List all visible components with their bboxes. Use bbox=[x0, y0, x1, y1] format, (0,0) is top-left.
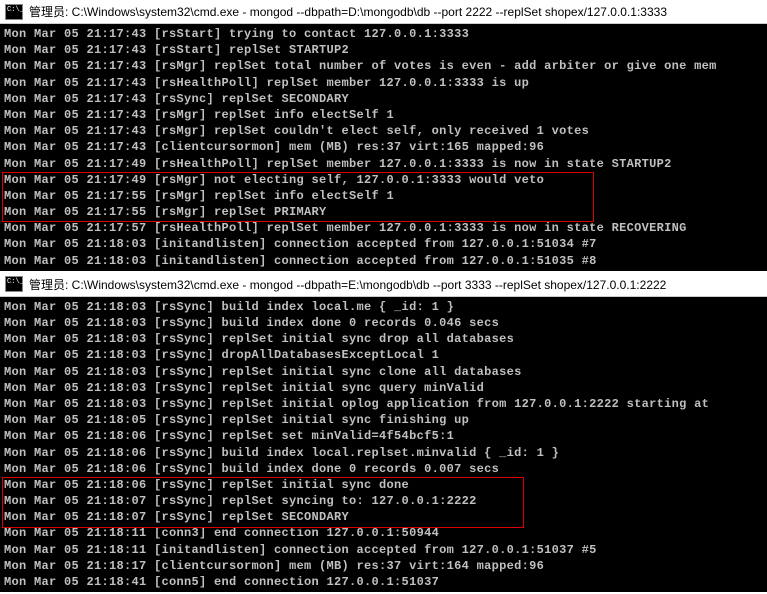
titlebar-2[interactable]: 管理员: C:\Windows\system32\cmd.exe - mongo… bbox=[0, 273, 767, 297]
log-line: Mon Mar 05 21:18:03 [rsSync] replSet ini… bbox=[4, 380, 763, 396]
terminal-output-1[interactable]: Mon Mar 05 21:17:43 [rsStart] trying to … bbox=[0, 24, 767, 271]
log-line: Mon Mar 05 21:18:11 [conn3] end connecti… bbox=[4, 525, 763, 541]
window-title-2: 管理员: C:\Windows\system32\cmd.exe - mongo… bbox=[29, 276, 666, 293]
log-line: Mon Mar 05 21:17:55 [rsMgr] replSet info… bbox=[4, 188, 763, 204]
log-line: Mon Mar 05 21:17:49 [rsHealthPoll] replS… bbox=[4, 156, 763, 172]
terminal-window-1: 管理员: C:\Windows\system32\cmd.exe - mongo… bbox=[0, 0, 767, 271]
log-line: Mon Mar 05 21:18:07 [rsSync] replSet SEC… bbox=[4, 509, 763, 525]
cmd-icon bbox=[5, 4, 23, 20]
cmd-icon bbox=[5, 276, 23, 292]
log-line: Mon Mar 05 21:18:06 [rsSync] build index… bbox=[4, 445, 763, 461]
log-line: Mon Mar 05 21:17:43 [rsStart] trying to … bbox=[4, 26, 763, 42]
titlebar-1[interactable]: 管理员: C:\Windows\system32\cmd.exe - mongo… bbox=[0, 0, 767, 24]
log-line: Mon Mar 05 21:17:43 [rsHealthPoll] replS… bbox=[4, 75, 763, 91]
log-line: Mon Mar 05 21:17:43 [rsSync] replSet SEC… bbox=[4, 91, 763, 107]
log-line: Mon Mar 05 21:17:43 [rsMgr] replSet info… bbox=[4, 107, 763, 123]
window-title-1: 管理员: C:\Windows\system32\cmd.exe - mongo… bbox=[29, 3, 667, 20]
log-line: Mon Mar 05 21:17:49 [rsMgr] not electing… bbox=[4, 172, 763, 188]
log-line: Mon Mar 05 21:18:41 [conn5] end connecti… bbox=[4, 574, 763, 590]
log-line: Mon Mar 05 21:17:57 [rsHealthPoll] replS… bbox=[4, 220, 763, 236]
log-line: Mon Mar 05 21:18:17 [clientcursormon] me… bbox=[4, 558, 763, 574]
log-line: Mon Mar 05 21:18:03 [initandlisten] conn… bbox=[4, 236, 763, 252]
log-line: Mon Mar 05 21:18:03 [rsSync] replSet ini… bbox=[4, 364, 763, 380]
log-line: Mon Mar 05 21:18:06 [rsSync] build index… bbox=[4, 461, 763, 477]
log-line: Mon Mar 05 21:18:03 [rsSync] replSet ini… bbox=[4, 331, 763, 347]
terminal-window-2: 管理员: C:\Windows\system32\cmd.exe - mongo… bbox=[0, 273, 767, 592]
log-line: Mon Mar 05 21:17:43 [clientcursormon] me… bbox=[4, 139, 763, 155]
log-line: Mon Mar 05 21:17:43 [rsMgr] replSet coul… bbox=[4, 123, 763, 139]
log-line: Mon Mar 05 21:18:03 [initandlisten] conn… bbox=[4, 253, 763, 269]
log-line: Mon Mar 05 21:18:03 [rsSync] build index… bbox=[4, 299, 763, 315]
log-line: Mon Mar 05 21:18:11 [initandlisten] conn… bbox=[4, 542, 763, 558]
log-line: Mon Mar 05 21:17:43 [rsMgr] replSet tota… bbox=[4, 58, 763, 74]
log-line: Mon Mar 05 21:18:03 [rsSync] dropAllData… bbox=[4, 347, 763, 363]
log-line: Mon Mar 05 21:17:55 [rsMgr] replSet PRIM… bbox=[4, 204, 763, 220]
terminal-output-2[interactable]: Mon Mar 05 21:18:03 [rsSync] build index… bbox=[0, 297, 767, 592]
log-line: Mon Mar 05 21:18:03 [rsSync] replSet ini… bbox=[4, 396, 763, 412]
log-line: Mon Mar 05 21:17:43 [rsStart] replSet ST… bbox=[4, 42, 763, 58]
log-line: Mon Mar 05 21:18:03 [rsSync] build index… bbox=[4, 315, 763, 331]
log-line: Mon Mar 05 21:18:07 [rsSync] replSet syn… bbox=[4, 493, 763, 509]
log-line: Mon Mar 05 21:18:05 [rsSync] replSet ini… bbox=[4, 412, 763, 428]
log-line: Mon Mar 05 21:18:06 [rsSync] replSet set… bbox=[4, 428, 763, 444]
log-line: Mon Mar 05 21:18:06 [rsSync] replSet ini… bbox=[4, 477, 763, 493]
